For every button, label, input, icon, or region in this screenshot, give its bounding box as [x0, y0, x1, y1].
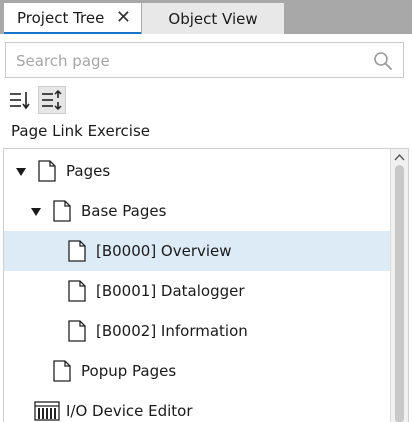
tree-item-label: Popup Pages	[81, 362, 177, 380]
project-title: Page Link Exercise	[11, 122, 150, 140]
tree-item-io-device-editor[interactable]: I/O Device Editor	[4, 391, 390, 422]
tree-item-label: [B0001] Datalogger	[96, 282, 245, 300]
tree-item-label: Base Pages	[81, 202, 167, 220]
search-box	[5, 42, 404, 79]
vertical-scrollbar[interactable]	[390, 149, 408, 422]
close-icon[interactable]: ✕	[116, 9, 131, 27]
search-icon[interactable]	[373, 51, 393, 71]
tree-item-popup-pages[interactable]: Popup Pages	[4, 351, 390, 391]
sort-icon	[10, 92, 30, 110]
project-tree: Pages Base Pages [B0000] Overview [B0001…	[3, 148, 409, 422]
io-device-icon	[34, 401, 60, 421]
page-icon	[68, 240, 86, 262]
tab-object-view-label: Object View	[168, 9, 258, 28]
filter-list-icon	[42, 90, 62, 110]
filter-list-button[interactable]	[38, 86, 66, 114]
tree-item-page[interactable]: [B0000] Overview	[4, 231, 390, 271]
page-icon	[38, 160, 56, 182]
search-input[interactable]	[14, 43, 358, 79]
tree-item-page[interactable]: [B0001] Datalogger	[4, 271, 390, 311]
page-icon	[53, 360, 71, 382]
tree-item-label: I/O Device Editor	[66, 402, 193, 420]
page-icon	[68, 320, 86, 342]
tree-toolbar	[6, 86, 66, 114]
page-icon	[68, 280, 86, 302]
sort-button[interactable]	[6, 86, 34, 114]
tree-item-pages[interactable]: Pages	[4, 151, 390, 191]
tab-project-tree[interactable]: Project Tree ✕	[4, 3, 141, 34]
tree-item-label: [B0000] Overview	[96, 242, 232, 260]
tree-item-base-pages[interactable]: Base Pages	[4, 191, 390, 231]
tab-project-tree-label: Project Tree	[17, 8, 105, 27]
scrollbar-thumb[interactable]	[395, 165, 404, 422]
tab-object-view[interactable]: Object View	[142, 3, 284, 34]
tree-item-label: Pages	[66, 162, 111, 180]
tab-bar: Project Tree ✕ Object View	[0, 0, 412, 34]
expand-arrow-icon[interactable]	[31, 208, 41, 216]
expand-arrow-icon[interactable]	[16, 168, 26, 176]
tree-item-page[interactable]: [B0002] Information	[4, 311, 390, 351]
tree-item-label: [B0002] Information	[96, 322, 248, 340]
page-icon	[53, 200, 71, 222]
scroll-up-icon[interactable]	[394, 153, 405, 161]
